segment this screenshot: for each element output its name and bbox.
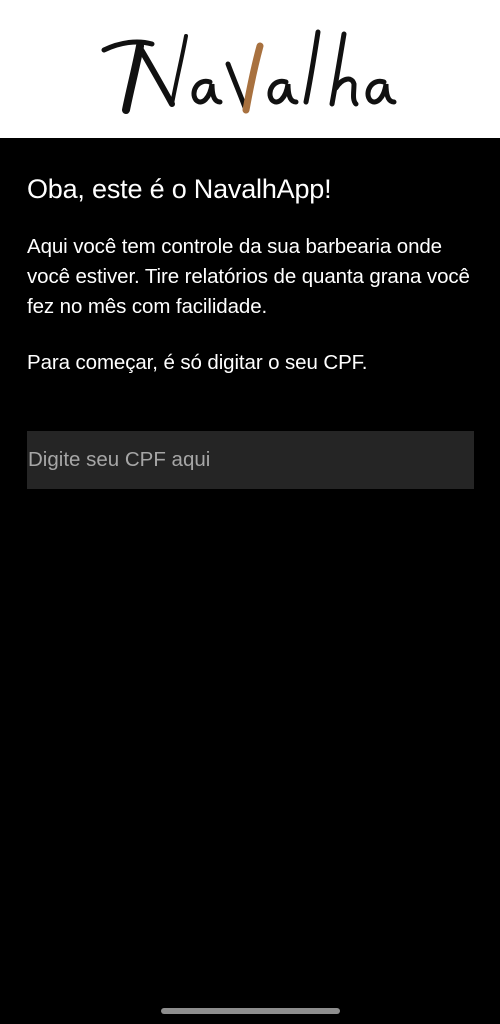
onboarding-content: Oba, este é o NavalhApp! Aqui você tem c…: [27, 172, 475, 378]
app-header: [0, 0, 500, 138]
page-title: Oba, este é o NavalhApp!: [27, 174, 332, 204]
cpf-instruction: Para começar, é só digitar o seu CPF.: [27, 351, 368, 374]
app-description: Aqui você tem controle da sua barbearia …: [27, 235, 470, 318]
home-indicator[interactable]: [161, 1008, 340, 1014]
cpf-input[interactable]: [27, 431, 474, 489]
navalha-logo: [101, 29, 397, 114]
